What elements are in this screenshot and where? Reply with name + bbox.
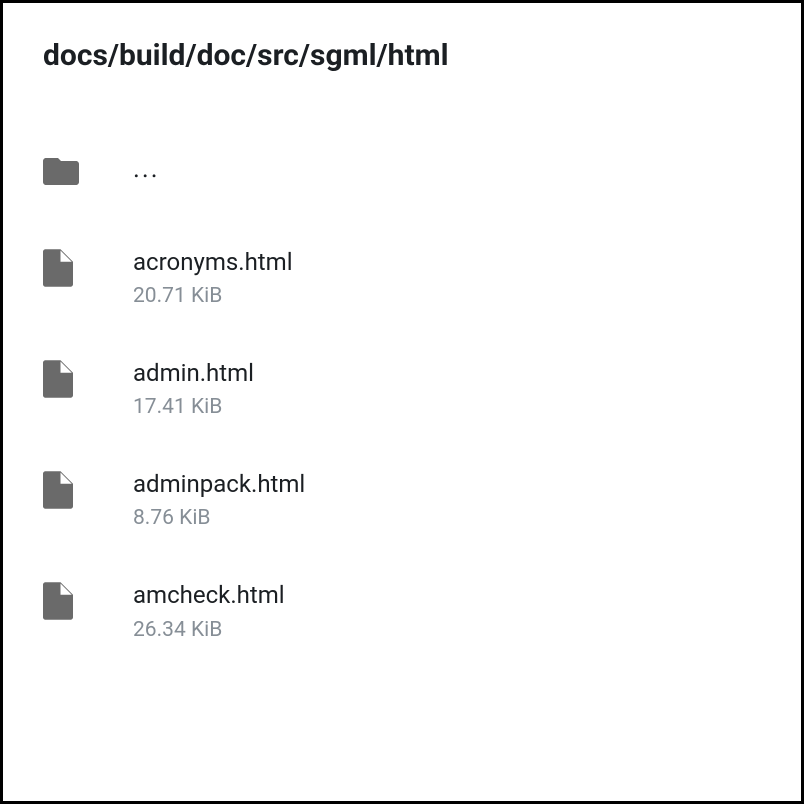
file-icon [43,469,133,509]
breadcrumb: docs/build/doc/src/sgml/html [43,38,761,73]
file-name: amcheck.html [133,580,285,611]
file-row[interactable]: amcheck.html 26.34 KiB [43,555,761,666]
file-row[interactable]: adminpack.html 8.76 KiB [43,444,761,555]
file-size: 17.41 KiB [133,395,254,419]
file-size: 20.71 KiB [133,284,293,308]
file-name: acronyms.html [133,247,293,278]
file-list: ... acronyms.html 20.71 KiB admin.html 1… [43,133,761,667]
file-icon [43,358,133,398]
file-icon [43,247,133,287]
file-name: adminpack.html [133,469,305,500]
file-size: 26.34 KiB [133,618,285,642]
file-size: 8.76 KiB [133,506,305,530]
folder-icon [43,155,133,185]
parent-label: ... [133,153,160,187]
parent-directory-row[interactable]: ... [43,133,761,222]
file-name: admin.html [133,358,254,389]
file-icon [43,580,133,620]
file-row[interactable]: acronyms.html 20.71 KiB [43,222,761,333]
file-row[interactable]: admin.html 17.41 KiB [43,333,761,444]
